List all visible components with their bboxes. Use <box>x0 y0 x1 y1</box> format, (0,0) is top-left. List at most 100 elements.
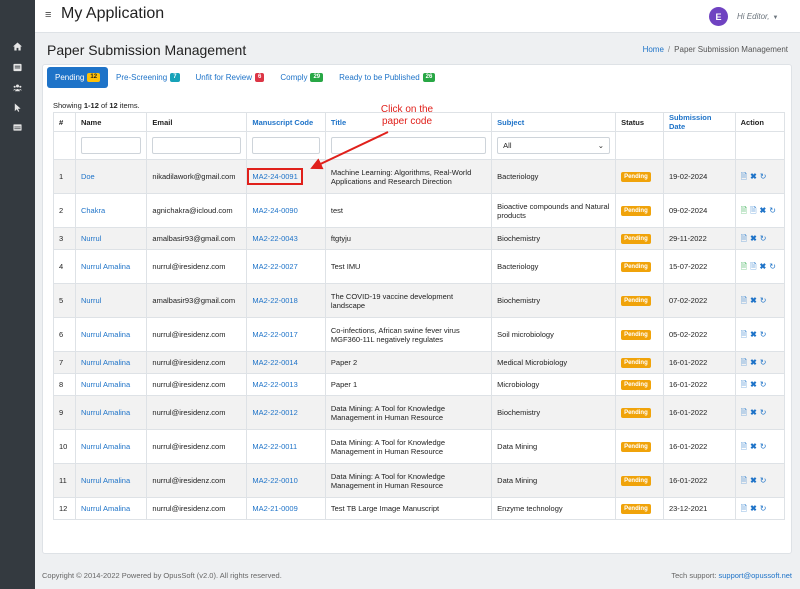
document-icon[interactable]: 🗎 <box>741 476 747 486</box>
manuscript-code-link[interactable]: MA2-22-0018 <box>252 296 297 305</box>
delete-icon[interactable]: ✖ <box>750 358 757 368</box>
status-cell: Pending <box>615 193 664 228</box>
author-link[interactable]: Nurrul Amalina <box>81 330 130 339</box>
name-cell: Nurrul Amalina <box>74 429 148 464</box>
author-link[interactable]: Nurrul Amalina <box>81 408 130 417</box>
delete-icon[interactable]: ✖ <box>750 408 757 418</box>
manuscript-code-link[interactable]: MA2-22-0017 <box>252 330 297 339</box>
cursor-icon[interactable] <box>0 97 35 117</box>
footer-support: Tech support: support@opussoft.net <box>671 571 792 580</box>
header-status: Status <box>615 112 664 132</box>
document-icon[interactable]: 🗎 <box>741 408 747 418</box>
manuscript-code-link[interactable]: MA2-24-0091 <box>252 172 297 181</box>
file-icon[interactable]: 🗎 <box>741 206 747 216</box>
refresh-icon[interactable]: ↻ <box>760 330 767 340</box>
title-cell: Test TB Large Image Manuscript <box>324 497 493 520</box>
document-icon[interactable]: 🗎 <box>741 504 747 514</box>
caret-down-icon: ▼ <box>772 15 779 21</box>
avatar[interactable]: E <box>709 7 728 26</box>
tab-pending[interactable]: Pending 12 <box>47 67 109 88</box>
delete-icon[interactable]: ✖ <box>750 172 757 182</box>
author-link[interactable]: Doe <box>81 172 95 181</box>
author-link[interactable]: Nurrul Amalina <box>81 476 130 485</box>
tab-pre-screening[interactable]: Pre-Screening 7 <box>108 67 187 88</box>
subject-cell: Medical Microbiology <box>491 351 617 374</box>
delete-icon[interactable]: ✖ <box>760 262 767 272</box>
header-name: Name <box>74 112 148 132</box>
author-link[interactable]: Nurrul <box>81 234 101 243</box>
author-link[interactable]: Nurrul <box>81 296 101 305</box>
author-link[interactable]: Chakra <box>81 206 105 215</box>
home-icon[interactable] <box>0 36 35 56</box>
refresh-icon[interactable]: ↻ <box>760 358 767 368</box>
delete-icon[interactable]: ✖ <box>750 504 757 514</box>
refresh-icon[interactable]: ↻ <box>760 380 767 390</box>
tab-unfit-for-review[interactable]: Unfit for Review 6 <box>188 67 273 88</box>
manuscript-code-link[interactable]: MA2-24-0090 <box>252 206 297 215</box>
document-icon[interactable]: 🗎 <box>741 296 747 306</box>
sort-submission-date[interactable]: Submission Date <box>669 113 712 131</box>
manuscript-code-link[interactable]: MA2-22-0027 <box>252 262 297 271</box>
refresh-icon[interactable]: ↻ <box>769 262 776 272</box>
document-icon[interactable]: 🗎 <box>741 234 747 244</box>
document-icon[interactable]: 🗎 <box>741 358 747 368</box>
manuscript-code-link[interactable]: MA2-22-0010 <box>252 476 297 485</box>
author-link[interactable]: Nurrul Amalina <box>81 262 130 271</box>
email-cell: nurrul@iresidenz.com <box>146 317 248 352</box>
date-cell: 07-02-2022 <box>662 283 736 318</box>
status-badge: Pending <box>621 358 651 368</box>
manuscript-code-link[interactable]: MA2-22-0043 <box>252 234 297 243</box>
refresh-icon[interactable]: ↻ <box>760 234 767 244</box>
action-cell: 🗎 🗎 ✖ ↻ <box>734 249 786 284</box>
filter-name-input[interactable] <box>80 137 142 154</box>
tab-comply[interactable]: Comply 29 <box>272 67 331 88</box>
author-link[interactable]: Nurrul Amalina <box>81 504 130 513</box>
file-icon[interactable]: 🗎 <box>741 262 747 272</box>
delete-icon[interactable]: ✖ <box>760 206 767 216</box>
document-icon[interactable]: 🗎 <box>741 442 747 452</box>
manuscript-code-link[interactable]: MA2-21-0009 <box>252 504 297 513</box>
tab-label: Unfit for Review <box>195 73 252 82</box>
refresh-icon[interactable]: ↻ <box>760 296 767 306</box>
delete-icon[interactable]: ✖ <box>750 476 757 486</box>
delete-icon[interactable]: ✖ <box>750 296 757 306</box>
filter-email-input[interactable] <box>152 137 242 154</box>
author-link[interactable]: Nurrul Amalina <box>81 380 130 389</box>
refresh-icon[interactable]: ↻ <box>760 408 767 418</box>
document-icon[interactable]: 🗎 <box>750 262 756 272</box>
delete-icon[interactable]: ✖ <box>750 442 757 452</box>
sort-manuscript-code[interactable]: Manuscript Code <box>252 118 313 127</box>
table-icon[interactable] <box>0 117 35 137</box>
manuscript-code-link[interactable]: MA2-22-0012 <box>252 408 297 417</box>
author-link[interactable]: Nurrul Amalina <box>81 358 130 367</box>
manuscript-code-link[interactable]: MA2-22-0011 <box>252 442 297 451</box>
status-badge: Pending <box>621 408 651 418</box>
refresh-icon[interactable]: ↻ <box>760 504 767 514</box>
delete-icon[interactable]: ✖ <box>750 380 757 390</box>
refresh-icon[interactable]: ↻ <box>769 206 776 216</box>
delete-icon[interactable]: ✖ <box>750 234 757 244</box>
document-icon[interactable]: 🗎 <box>741 330 747 340</box>
document-icon[interactable]: 🗎 <box>750 206 756 216</box>
list-icon[interactable] <box>0 57 35 77</box>
tab-ready-to-be-published[interactable]: Ready to be Published 26 <box>331 67 443 88</box>
refresh-icon[interactable]: ↻ <box>760 442 767 452</box>
menu-icon[interactable]: ≡ <box>45 9 51 21</box>
sort-subject[interactable]: Subject <box>497 118 524 127</box>
refresh-icon[interactable]: ↻ <box>760 476 767 486</box>
document-icon[interactable]: 🗎 <box>741 380 747 390</box>
breadcrumb-home[interactable]: Home <box>643 45 664 54</box>
user-menu[interactable]: Hi Editor, ▼ <box>737 12 778 21</box>
users-icon[interactable] <box>0 77 35 97</box>
sort-title[interactable]: Title <box>331 118 346 127</box>
manuscript-code-link[interactable]: MA2-22-0013 <box>252 380 297 389</box>
filter-subject-select[interactable]: All ⌄ <box>497 137 611 154</box>
delete-icon[interactable]: ✖ <box>750 330 757 340</box>
support-email-link[interactable]: support@opussoft.net <box>719 571 793 580</box>
document-icon[interactable]: 🗎 <box>741 172 747 182</box>
subject-cell: Enzyme technology <box>491 497 617 520</box>
manuscript-code-link[interactable]: MA2-22-0014 <box>252 358 297 367</box>
subject-cell: Data Mining <box>491 463 617 498</box>
refresh-icon[interactable]: ↻ <box>760 172 767 182</box>
author-link[interactable]: Nurrul Amalina <box>81 442 130 451</box>
